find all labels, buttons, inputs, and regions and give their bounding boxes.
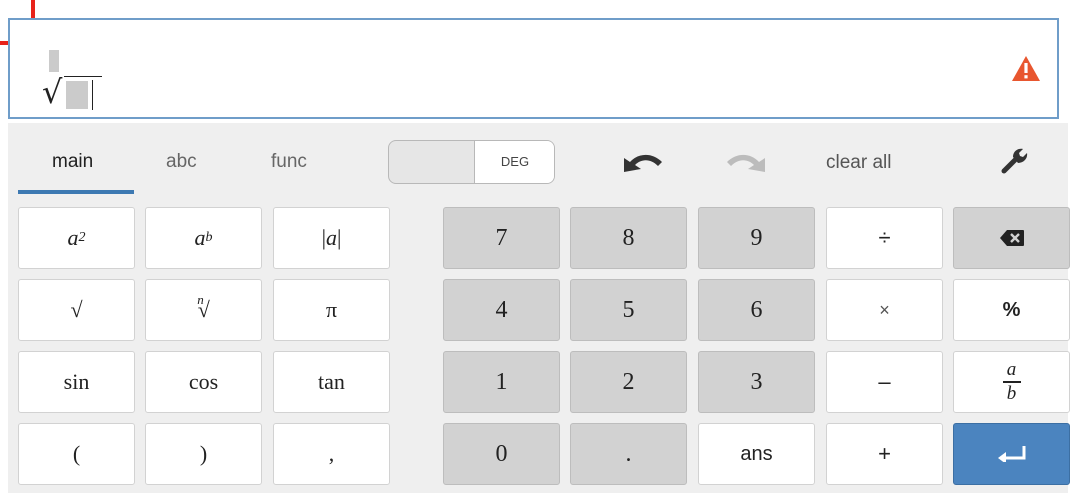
power-exponent: b (205, 230, 213, 245)
decimal-point-key[interactable]: . (570, 423, 687, 485)
multiply-key[interactable]: × (826, 279, 943, 341)
key-4[interactable]: 4 (443, 279, 560, 341)
nth-root-key[interactable]: n √ (145, 279, 262, 341)
sin-key[interactable]: sin (18, 351, 135, 413)
tab-abc[interactable]: abc (166, 151, 197, 173)
power-base: a (194, 225, 206, 250)
fraction-denominator: b (1006, 382, 1017, 404)
abs-key[interactable]: | a | (273, 207, 390, 269)
redo-icon[interactable] (725, 150, 767, 174)
sqrt-key[interactable]: √ (18, 279, 135, 341)
power-key[interactable]: ab (145, 207, 262, 269)
tab-func[interactable]: func (271, 151, 307, 173)
radical-sign: √ (42, 73, 63, 111)
key-6[interactable]: 6 (698, 279, 815, 341)
ans-key[interactable]: ans (698, 423, 815, 485)
math-input-display[interactable]: √ (8, 18, 1059, 119)
enter-icon (997, 446, 1025, 462)
keypad-toolbar: main abc func DEG clear all (8, 123, 1068, 195)
nth-root-index: n (197, 292, 204, 307)
divide-key[interactable]: ÷ (826, 207, 943, 269)
fraction-symbol: a b (1002, 359, 1021, 404)
keypad: main abc func DEG clear all a2 ab | a | 7 … (8, 123, 1070, 493)
pi-key[interactable]: π (273, 279, 390, 341)
tab-main[interactable]: main (52, 151, 93, 173)
active-tab-indicator (18, 190, 134, 194)
cos-key[interactable]: cos (145, 351, 262, 413)
comma-key[interactable]: , (273, 423, 390, 485)
percent-key[interactable]: % (953, 279, 1070, 341)
warning-icon (1012, 56, 1040, 81)
deg-label: DEG (500, 154, 530, 169)
square-exponent: 2 (78, 230, 86, 245)
abs-variable: a (326, 225, 337, 250)
undo-icon[interactable] (622, 150, 664, 174)
key-7[interactable]: 7 (443, 207, 560, 269)
key-8[interactable]: 8 (570, 207, 687, 269)
enter-key[interactable] (953, 423, 1070, 485)
square-key[interactable]: a2 (18, 207, 135, 269)
text-cursor (92, 80, 93, 110)
clear-all-button[interactable]: clear all (826, 152, 891, 174)
abs-right-bar: | (337, 225, 342, 250)
nth-root-expression[interactable]: √ (42, 46, 122, 111)
backspace-key[interactable] (953, 207, 1070, 269)
square-base: a (67, 225, 79, 250)
radicand-placeholder[interactable] (66, 81, 88, 109)
angle-mode-toggle[interactable]: DEG (388, 140, 555, 184)
radical-vinculum (64, 76, 102, 77)
fraction-key[interactable]: a b (953, 351, 1070, 413)
tan-key[interactable]: tan (273, 351, 390, 413)
minus-key[interactable]: – (826, 351, 943, 413)
key-9[interactable]: 9 (698, 207, 815, 269)
right-paren-key[interactable]: ) (145, 423, 262, 485)
plus-key[interactable]: + (826, 423, 943, 485)
key-0[interactable]: 0 (443, 423, 560, 485)
root-index-placeholder[interactable] (49, 50, 59, 72)
fraction-numerator: a (1006, 359, 1017, 381)
key-3[interactable]: 3 (698, 351, 815, 413)
left-paren-key[interactable]: ( (18, 423, 135, 485)
wrench-icon[interactable] (1001, 146, 1029, 174)
key-5[interactable]: 5 (570, 279, 687, 341)
key-1[interactable]: 1 (443, 351, 560, 413)
backspace-icon (999, 230, 1024, 246)
key-2[interactable]: 2 (570, 351, 687, 413)
